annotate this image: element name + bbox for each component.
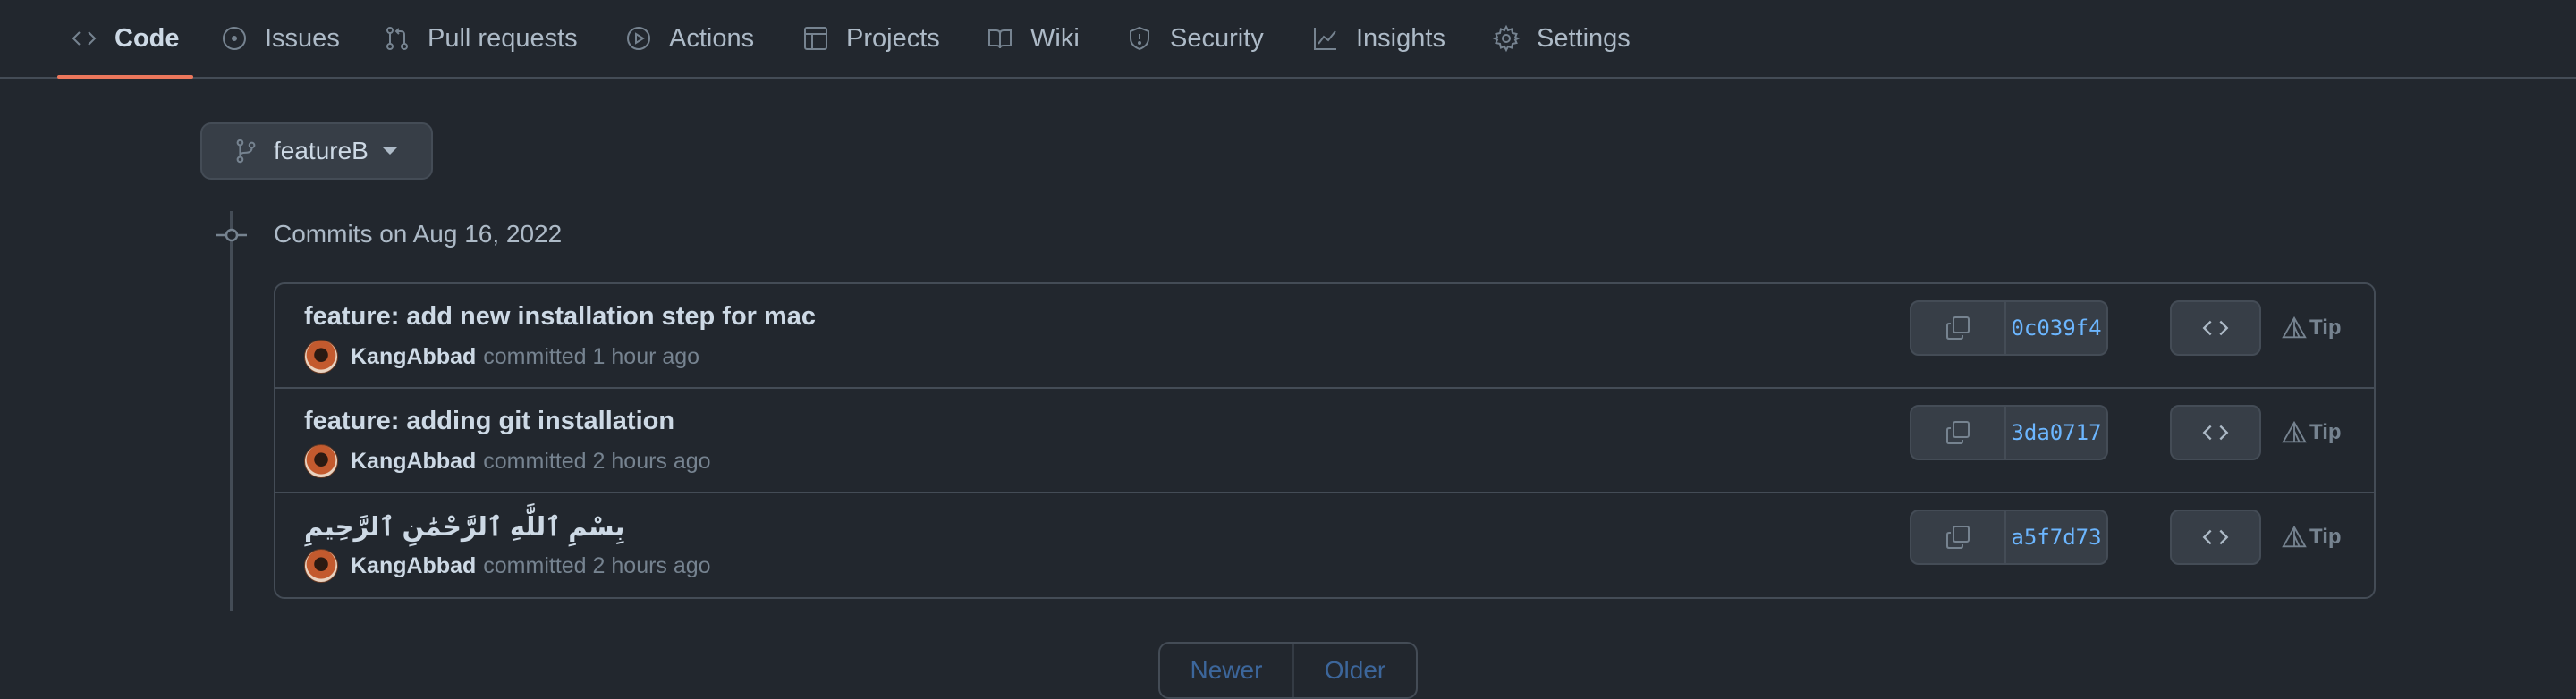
- triangle-icon: [2282, 525, 2307, 548]
- code-icon: [2202, 529, 2229, 545]
- sha-button-group: 3da0717: [1910, 405, 2108, 460]
- code-icon: [72, 31, 97, 46]
- avatar[interactable]: [304, 444, 338, 478]
- sha-button-group: a5f7d73: [1910, 510, 2108, 565]
- tab-code[interactable]: Code: [70, 0, 180, 77]
- commit-time: committed 1 hour ago: [483, 343, 700, 369]
- tab-wiki[interactable]: Wiki: [986, 0, 1080, 77]
- issue-icon: [223, 27, 246, 50]
- commit-row: بِسْمِ ٱللَّٰهِ ٱلرَّحْمَٰنِ ٱلرَّحِيمِ …: [275, 493, 2374, 597]
- tab-actions-label: Actions: [669, 23, 755, 53]
- tip-link[interactable]: Tip: [2281, 524, 2342, 551]
- timeline-line: [230, 211, 233, 611]
- avatar[interactable]: [304, 549, 338, 583]
- tab-projects-label: Projects: [846, 23, 940, 53]
- tip-label: Tip: [2309, 316, 2342, 340]
- gear-icon: [1492, 24, 1521, 53]
- tab-settings[interactable]: Settings: [1492, 0, 1631, 77]
- branch-selector-button[interactable]: featureB: [200, 122, 433, 180]
- older-button[interactable]: Older: [1294, 644, 1416, 697]
- shield-icon: [1130, 26, 1149, 51]
- tip-link[interactable]: Tip: [2281, 419, 2342, 446]
- caret-down-icon: [382, 147, 397, 155]
- commit-author-link[interactable]: KangAbbad: [351, 344, 476, 370]
- tip-link[interactable]: Tip: [2281, 315, 2342, 341]
- pull-request-icon: [386, 27, 408, 50]
- copy-icon: [1946, 316, 1970, 340]
- tab-projects[interactable]: Projects: [801, 0, 940, 77]
- commit-list: feature: add new installation step for m…: [274, 282, 2376, 599]
- browse-repo-button[interactable]: [2170, 405, 2261, 460]
- graph-icon: [1314, 28, 1336, 50]
- play-icon: [627, 27, 650, 50]
- commit-sha-link[interactable]: a5f7d73: [2006, 511, 2106, 563]
- triangle-icon: [2282, 316, 2307, 339]
- repo-nav: Code Issues Pull requests Actions Projec…: [0, 0, 2576, 79]
- commits-date-heading: Commits on Aug 16, 2022: [274, 220, 563, 248]
- copy-sha-button[interactable]: [1911, 511, 2006, 563]
- commit-title-link[interactable]: feature: add new installation step for m…: [304, 302, 816, 332]
- newer-button[interactable]: Newer: [1160, 644, 1294, 697]
- browse-repo-button[interactable]: [2170, 510, 2261, 565]
- active-tab-indicator: [57, 75, 193, 79]
- pagination: Newer Older: [1158, 642, 1418, 699]
- triangle-icon: [2282, 420, 2307, 443]
- commit-row: feature: add new installation step for m…: [275, 284, 2374, 389]
- avatar[interactable]: [304, 340, 338, 374]
- copy-sha-button[interactable]: [1911, 407, 2006, 459]
- commit-meta: KangAbbad committed 1 hour ago: [304, 340, 699, 374]
- tab-pull-requests-label: Pull requests: [428, 23, 578, 53]
- commit-title-link[interactable]: بِسْمِ ٱللَّٰهِ ٱلرَّحْمَٰنِ ٱلرَّحِيمِ: [304, 511, 624, 543]
- browse-repo-button[interactable]: [2170, 300, 2261, 356]
- tab-security[interactable]: Security: [1125, 0, 1264, 77]
- commit-sha-link[interactable]: 3da0717: [2006, 407, 2106, 459]
- tab-settings-label: Settings: [1537, 23, 1631, 53]
- tab-issues[interactable]: Issues: [220, 0, 340, 77]
- copy-icon: [1946, 526, 1970, 549]
- tab-actions[interactable]: Actions: [624, 0, 754, 77]
- code-icon: [2202, 425, 2229, 441]
- branch-name: featureB: [274, 137, 369, 164]
- tab-issues-label: Issues: [265, 23, 340, 53]
- copy-sha-button[interactable]: [1911, 302, 2006, 354]
- code-icon: [2202, 320, 2229, 336]
- commit-meta: KangAbbad committed 2 hours ago: [304, 444, 711, 478]
- git-branch-icon: [236, 139, 256, 164]
- commit-title-link[interactable]: feature: adding git installation: [304, 407, 674, 436]
- tab-insights[interactable]: Insights: [1311, 0, 1445, 77]
- tab-pull-requests[interactable]: Pull requests: [383, 0, 578, 77]
- table-icon: [804, 27, 827, 50]
- copy-icon: [1946, 421, 1970, 444]
- tab-security-label: Security: [1170, 23, 1264, 53]
- tab-wiki-label: Wiki: [1030, 23, 1080, 53]
- commit-sha-link[interactable]: 0c039f4: [2006, 302, 2106, 354]
- sha-button-group: 0c039f4: [1910, 300, 2108, 356]
- commit-author-link[interactable]: KangAbbad: [351, 553, 476, 579]
- tip-label: Tip: [2309, 525, 2342, 549]
- commit-row: feature: adding git installation KangAbb…: [275, 389, 2374, 493]
- commit-time: committed 2 hours ago: [483, 552, 711, 578]
- tab-insights-label: Insights: [1356, 23, 1445, 53]
- commit-time: committed 2 hours ago: [483, 448, 711, 474]
- book-icon: [988, 29, 1012, 49]
- tab-code-label: Code: [114, 23, 180, 53]
- commit-meta: KangAbbad committed 2 hours ago: [304, 549, 711, 583]
- tip-label: Tip: [2309, 420, 2342, 444]
- git-commit-icon: [216, 228, 247, 242]
- commit-author-link[interactable]: KangAbbad: [351, 449, 476, 475]
